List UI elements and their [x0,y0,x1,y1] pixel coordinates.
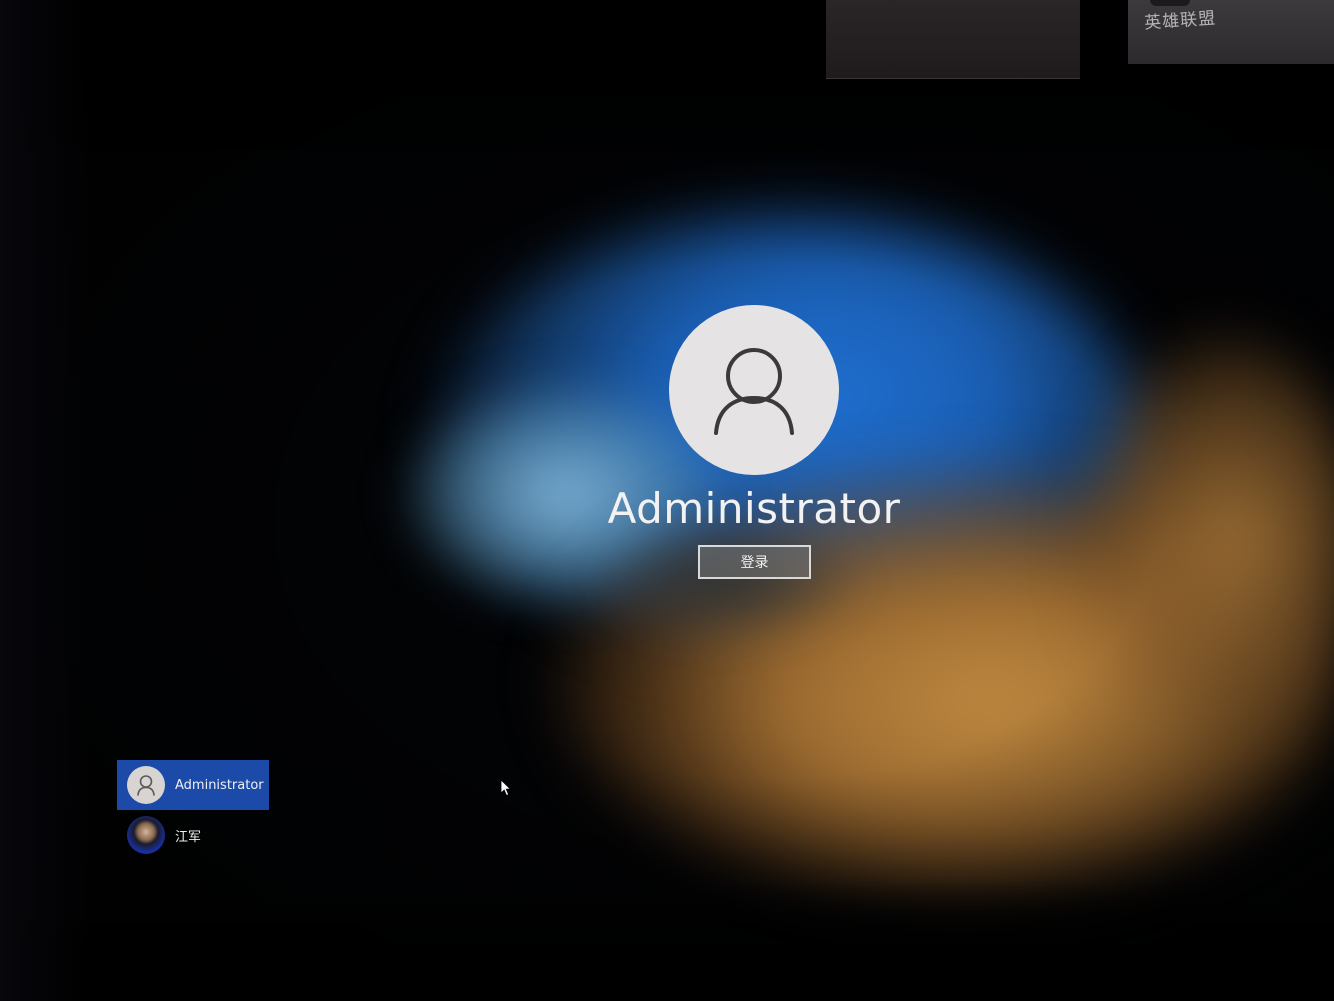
background-window-label: 英雄联盟 [1143,8,1217,34]
background-window [826,0,1080,79]
user-item-label: 江军 [175,829,202,845]
user-avatar-small [127,766,165,804]
user-item-administrator[interactable]: Administrator [117,760,269,810]
user-item-jiangjun[interactable]: 江军 [117,810,269,860]
sign-in-button[interactable]: 登录 [698,545,811,579]
user-silhouette-icon [137,775,155,796]
login-username: Administrator [607,484,901,533]
user-photo-avatar [127,816,165,854]
bottom-shade [0,880,1334,1001]
lock-screen: 英雄联盟 Administrator 登录 Administrator 江军 [0,0,1334,1001]
background-window-game: 英雄联盟 [1128,0,1334,64]
user-item-label: Administrator [175,777,264,793]
user-silhouette-icon [714,348,794,435]
user-avatar [669,305,839,475]
left-shade [0,0,90,1001]
mouse-cursor-icon [500,779,512,797]
